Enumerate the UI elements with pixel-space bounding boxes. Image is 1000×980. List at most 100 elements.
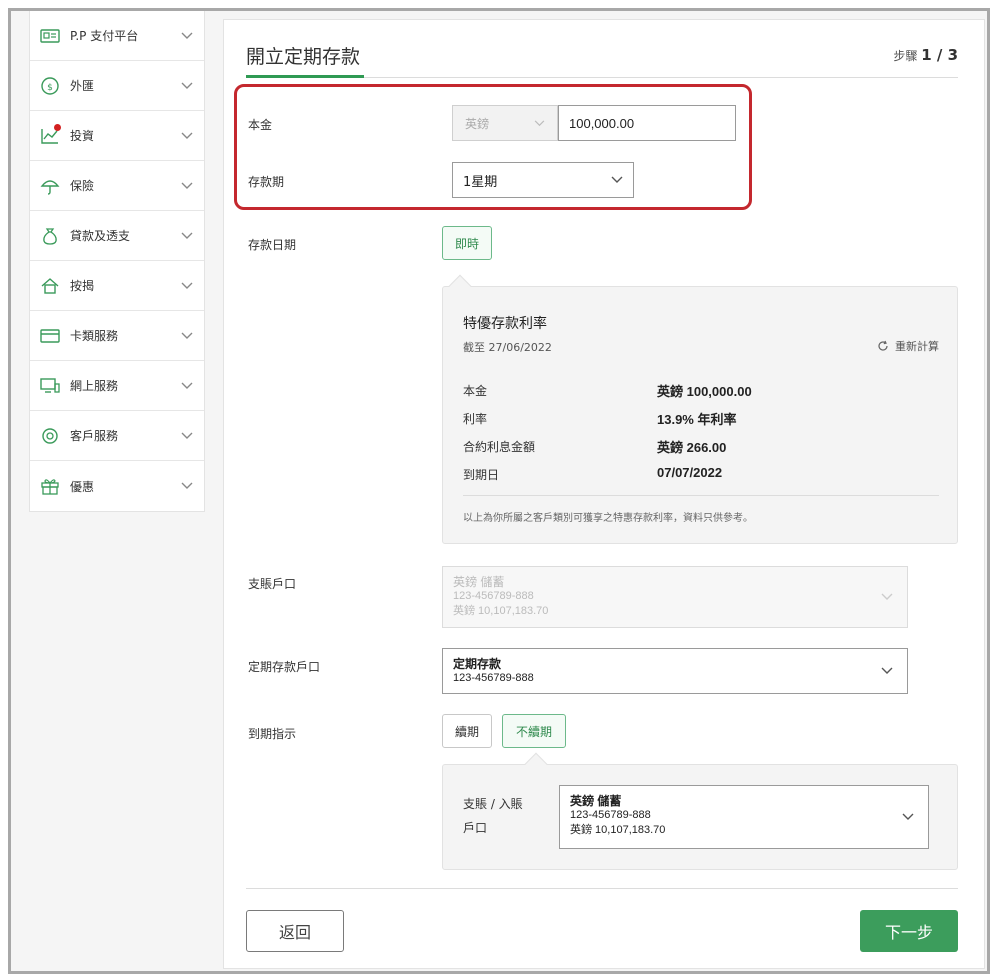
notification-dot [54, 123, 61, 131]
credit-account-line2: 123-456789-888 [570, 809, 651, 821]
chevron-down-icon [178, 82, 196, 90]
sidebar-item-label: 優惠 [70, 479, 95, 494]
sidebar-item-label: 按揭 [70, 279, 95, 293]
debit-account-line3: 英鎊 10,107,183.70 [453, 605, 549, 617]
sidebar-item-insurance[interactable]: 保險 [30, 161, 204, 211]
debit-account-line2: 123-456789-888 [453, 590, 534, 602]
umbrella-icon [40, 176, 60, 196]
debit-account-label: 支賬戶口 [248, 577, 297, 591]
pp-payment-icon [40, 26, 60, 46]
rate-row-value: 英鎊 100,000.00 [657, 384, 752, 399]
chevron-down-icon [178, 432, 196, 440]
rate-divider [463, 495, 939, 496]
rate-row-label: 合約利息金額 [463, 440, 536, 454]
td-account-line1: 定期存款 [453, 657, 502, 671]
sidebar-item-mortgage[interactable]: 按揭 [30, 261, 204, 311]
period-value: 1星期 [463, 174, 498, 190]
refresh-icon [878, 340, 888, 351]
chevron-down-icon [534, 119, 545, 126]
sidebar-item-label: 網上服務 [70, 379, 119, 393]
chevron-down-icon [178, 32, 196, 40]
chevron-down-icon [611, 176, 623, 183]
headset-icon [40, 426, 60, 446]
sidebar-item-offers[interactable]: 優惠 [30, 461, 204, 511]
debit-account-line1: 英鎊 儲蓄 [453, 575, 505, 589]
sidebar-item-label: P.P 支付平台 [70, 29, 139, 43]
chevron-down-icon [178, 132, 196, 140]
investment-chart-icon [40, 123, 61, 146]
fx-exchange-icon: $ [40, 76, 60, 96]
credit-account-label-2: 戶口 [463, 821, 488, 835]
title-underline [246, 75, 364, 78]
gift-icon [40, 476, 60, 496]
rate-row-value: 13.9% 年利率 [657, 412, 737, 427]
main-panel: 開立定期存款 步驟 1 / 3 本金 英鎊 存款期 1星期 存款日期 即時 特優… [223, 19, 985, 969]
sidebar-item-label: 投資 [70, 129, 95, 143]
rate-row-label: 到期日 [463, 468, 500, 482]
sidebar-item-pp-payment[interactable]: P.P 支付平台 [30, 11, 204, 61]
credit-account-line3: 英鎊 10,107,183.70 [570, 824, 666, 836]
sidebar-menu: P.P 支付平台 $ 外匯 投資 保險 貸款及透支 按揭 卡類服務 網上服務 客… [29, 11, 205, 512]
period-label: 存款期 [248, 175, 285, 189]
no-renew-button[interactable]: 不續期 [502, 714, 566, 748]
rate-row-label: 利率 [463, 412, 488, 426]
page-title: 開立定期存款 [246, 46, 361, 68]
chevron-down-icon [178, 282, 196, 290]
td-account-label: 定期存款戶口 [248, 660, 321, 674]
sidebar-item-online[interactable]: 網上服務 [30, 361, 204, 411]
credit-account-label-1: 支賬 / 入賬 [463, 797, 523, 811]
sidebar-item-label: 卡類服務 [70, 329, 119, 343]
screenshot-frame: P.P 支付平台 $ 外匯 投資 保險 貸款及透支 按揭 卡類服務 網上服務 客… [8, 8, 990, 974]
rate-row-label: 本金 [463, 384, 488, 398]
sidebar-item-label: 保險 [70, 179, 95, 193]
recalculate-label: 重新計算 [895, 340, 939, 353]
period-select[interactable]: 1星期 [452, 162, 634, 198]
currency-value: 英鎊 [465, 116, 490, 131]
house-icon [40, 276, 60, 296]
back-button[interactable]: 返回 [246, 910, 344, 952]
sidebar-item-investment[interactable]: 投資 [30, 111, 204, 161]
date-immediate-button[interactable]: 即時 [442, 226, 492, 260]
next-button[interactable]: 下一步 [860, 910, 958, 952]
sidebar-item-cards[interactable]: 卡類服務 [30, 311, 204, 361]
sidebar-item-label: 貸款及透支 [70, 229, 131, 243]
sidebar-item-fx[interactable]: $ 外匯 [30, 61, 204, 111]
deposit-date-label: 存款日期 [248, 238, 297, 252]
chevron-down-icon [881, 593, 893, 600]
amount-input[interactable] [558, 105, 736, 141]
rate-note: 以上為你所屬之客戶類別可獲享之特惠存款利率，資料只供參考。 [463, 513, 753, 524]
rate-as-of: 截至 27/06/2022 [463, 341, 552, 354]
computer-icon [40, 376, 60, 396]
sidebar-item-loans[interactable]: 貸款及透支 [30, 211, 204, 261]
sidebar-item-label: 外匯 [70, 79, 95, 93]
rate-title: 特優存款利率 [463, 316, 547, 332]
svg-text:$: $ [47, 83, 53, 93]
step-prefix: 步驟 [893, 49, 918, 63]
renew-button[interactable]: 續期 [442, 714, 492, 748]
step-indicator: 步驟 1 / 3 [893, 46, 958, 64]
rate-row-value: 07/07/2022 [657, 465, 723, 480]
chevron-down-icon [902, 813, 914, 820]
chevron-down-icon [178, 332, 196, 340]
debit-account-select: 英鎊 儲蓄 123-456789-888 英鎊 10,107,183.70 [442, 566, 908, 628]
principal-label: 本金 [248, 118, 273, 132]
step-value: 1 / 3 [921, 46, 958, 64]
sidebar-item-customer-service[interactable]: 客戶服務 [30, 411, 204, 461]
chevron-down-icon [178, 232, 196, 240]
recalculate-link[interactable]: 重新計算 [877, 338, 939, 354]
card-icon [40, 326, 60, 346]
chevron-down-icon [178, 482, 196, 490]
footer-divider [246, 888, 958, 889]
maturity-label: 到期指示 [248, 727, 297, 741]
credit-account-line1: 英鎊 儲蓄 [570, 794, 622, 808]
chevron-down-icon [178, 382, 196, 390]
chevron-down-icon [881, 667, 893, 674]
currency-select[interactable]: 英鎊 [452, 105, 558, 141]
rate-info-box: 特優存款利率 截至 27/06/2022 重新計算 本金 英鎊 100,000.… [442, 286, 958, 544]
money-bag-icon [40, 226, 60, 246]
rate-row-value: 英鎊 266.00 [657, 440, 727, 455]
sidebar-item-label: 客戶服務 [70, 429, 119, 443]
td-account-select[interactable]: 定期存款 123-456789-888 [442, 648, 908, 694]
credit-account-select[interactable]: 英鎊 儲蓄 123-456789-888 英鎊 10,107,183.70 [559, 785, 929, 849]
td-account-line2: 123-456789-888 [453, 672, 534, 684]
